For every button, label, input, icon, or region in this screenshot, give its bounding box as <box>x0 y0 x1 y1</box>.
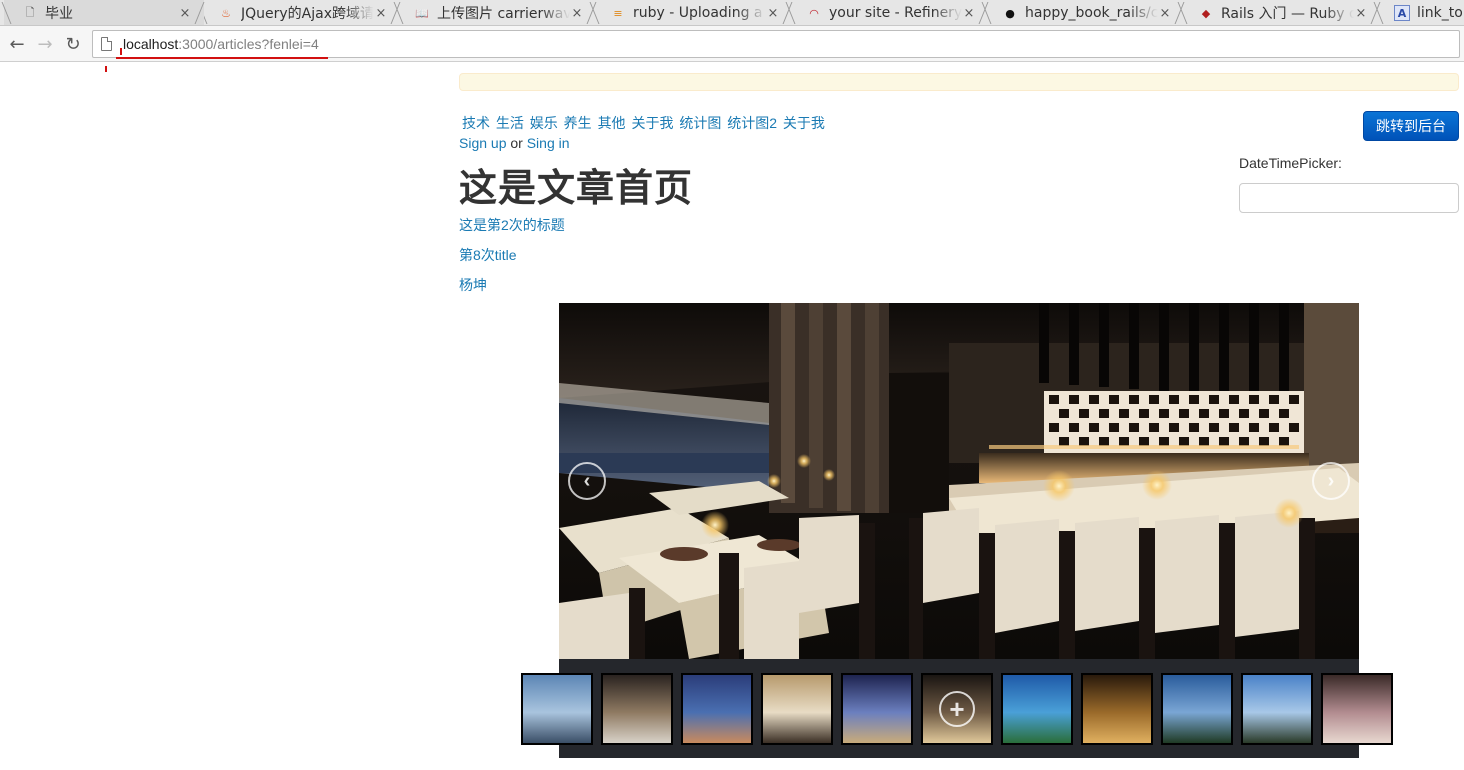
article-link[interactable]: 这是第2次的标题 <box>459 215 565 235</box>
thumbnail-image <box>843 675 911 743</box>
url-path: :3000/articles? <box>178 36 270 52</box>
tab-edge <box>785 2 805 24</box>
auth-links: Sign up or Sing in <box>459 135 570 151</box>
red-cursor-mark <box>120 48 122 55</box>
category-link[interactable]: 娱乐 <box>530 115 558 131</box>
stack-icon: ≡ <box>613 6 623 20</box>
browser-tab[interactable]: 🗋 毕业 × <box>1 0 205 25</box>
auth-or-text: or <box>510 135 523 151</box>
zoom-icon[interactable]: + <box>939 691 975 727</box>
browser-tab[interactable]: Alink_to (Ac <box>1373 0 1464 25</box>
category-link[interactable]: 其他 <box>598 115 626 131</box>
thumb-sunset-sea[interactable] <box>681 673 753 745</box>
tab-title: 毕业 <box>45 6 73 22</box>
back-button[interactable]: ← <box>6 33 28 55</box>
carousel-thumbnail-strip: + <box>521 659 1393 758</box>
carousel-prev-button[interactable]: ‹ <box>568 462 606 500</box>
datetimepicker-input[interactable] <box>1239 183 1459 213</box>
category-link[interactable]: 统计图 <box>679 115 721 131</box>
refinery-icon: ◠ <box>809 6 819 20</box>
sign-in-link[interactable]: Sing in <box>527 135 570 151</box>
browser-tab[interactable]: 📖 上传图片 carrierwave × <box>393 0 597 25</box>
tab-title: link_to (Ac <box>1417 5 1464 21</box>
category-link[interactable]: 养生 <box>564 115 592 131</box>
browser-tab[interactable]: ≡ ruby - Uploading a f × <box>589 0 793 25</box>
tab-title: 上传图片 carrierwave <box>437 6 570 22</box>
browser-tab-strip: 🗋 毕业 × ♨ JQuery的Ajax跨域请求 × 📖 上传图片 carrierwave × ≡… <box>0 0 1464 26</box>
tab-title: JQuery的Ajax跨域请求 <box>241 6 374 22</box>
thumbnail-image <box>683 675 751 743</box>
flame-icon: ♨ <box>221 6 231 20</box>
thumbnail-image <box>1323 675 1391 743</box>
tab-edge <box>1177 2 1197 24</box>
category-nav: 技术 生活 娱乐 养生 其他 关于我 统计图 统计图2 关于我 <box>462 113 827 133</box>
thumbnail-image <box>1003 675 1071 743</box>
sign-up-link[interactable]: Sign up <box>459 135 506 151</box>
red-underline-annotation <box>116 57 328 59</box>
browser-tab[interactable]: ♨ JQuery的Ajax跨域请求 × <box>197 0 401 25</box>
address-bar[interactable]: localhost:3000/articles?fenlei=4 <box>92 30 1460 58</box>
url-query: fenlei=4 <box>269 36 319 52</box>
category-link[interactable]: 关于我 <box>631 115 673 131</box>
url-text[interactable]: localhost:3000/articles?fenlei=4 <box>123 36 319 52</box>
browser-tab[interactable]: ● happy_book_rails/c × <box>981 0 1185 25</box>
thumb-palm-beach[interactable] <box>1241 673 1313 745</box>
page-icon: 🗋 <box>25 5 35 19</box>
thumbnail-image <box>1243 675 1311 743</box>
page-info-icon[interactable] <box>101 37 112 51</box>
thumb-restaurant[interactable]: + <box>921 673 993 745</box>
page-content: 技术 生活 娱乐 养生 其他 关于我 统计图 统计图2 关于我 Sign up … <box>0 63 1464 770</box>
thumb-bedroom[interactable] <box>761 673 833 745</box>
thumb-lobby[interactable] <box>1081 673 1153 745</box>
page-title: 这是文章首页 <box>459 168 694 210</box>
thumbnail-image <box>763 675 831 743</box>
tab-edge <box>589 2 609 24</box>
thumbnail-image <box>603 675 671 743</box>
admin-button[interactable]: 跳转到后台 <box>1363 111 1459 141</box>
datetimepicker-label: DateTimePicker: <box>1239 155 1342 171</box>
url-host: localhost <box>123 36 179 52</box>
rails-icon: ◆ <box>1201 6 1211 20</box>
tab-edge <box>981 2 1001 24</box>
category-link[interactable]: 生活 <box>496 115 524 131</box>
thumbnail-image <box>1083 675 1151 743</box>
thumb-interior-edge[interactable] <box>1321 673 1393 745</box>
tab-title: Rails 入门 — Ruby o <box>1221 6 1354 22</box>
category-link[interactable]: 统计图2 <box>727 115 777 131</box>
thumb-ocean-edge[interactable] <box>521 673 593 745</box>
carousel-next-button[interactable]: › <box>1312 462 1350 500</box>
browser-tab[interactable]: ◆ Rails 入门 — Ruby o × <box>1177 0 1381 25</box>
forward-button[interactable]: → <box>34 33 56 55</box>
tab-title: your site - Refinery <box>829 5 962 21</box>
category-link[interactable]: 技术 <box>462 115 490 131</box>
github-icon: ● <box>1005 6 1015 20</box>
tab-edge <box>1373 2 1393 24</box>
thumb-pool-dusk[interactable] <box>1001 673 1073 745</box>
reload-button[interactable]: ↻ <box>62 33 84 55</box>
thumbnail-image <box>523 675 591 743</box>
tab-edge <box>1 2 21 24</box>
category-link[interactable]: 关于我 <box>783 115 825 131</box>
restaurant-photo <box>559 303 1359 659</box>
tab-title: happy_book_rails/c <box>1025 5 1158 21</box>
article-link[interactable]: 杨坤 <box>459 275 487 295</box>
thumb-resort-blue[interactable] <box>1161 673 1233 745</box>
thumbnail-image <box>1163 675 1231 743</box>
thumb-night-terrace[interactable] <box>841 673 913 745</box>
book-icon: 📖 <box>415 6 429 20</box>
thumb-pavilion[interactable] <box>601 673 673 745</box>
browser-tab[interactable]: ◠ your site - Refinery × <box>785 0 989 25</box>
tab-edge <box>393 2 413 24</box>
flash-notice <box>459 73 1459 91</box>
tab-title: ruby - Uploading a f <box>633 5 766 21</box>
article-link[interactable]: 第8次title <box>459 245 517 265</box>
carousel-main-image[interactable]: ‹ › <box>559 303 1359 659</box>
a-icon: A <box>1394 5 1410 21</box>
